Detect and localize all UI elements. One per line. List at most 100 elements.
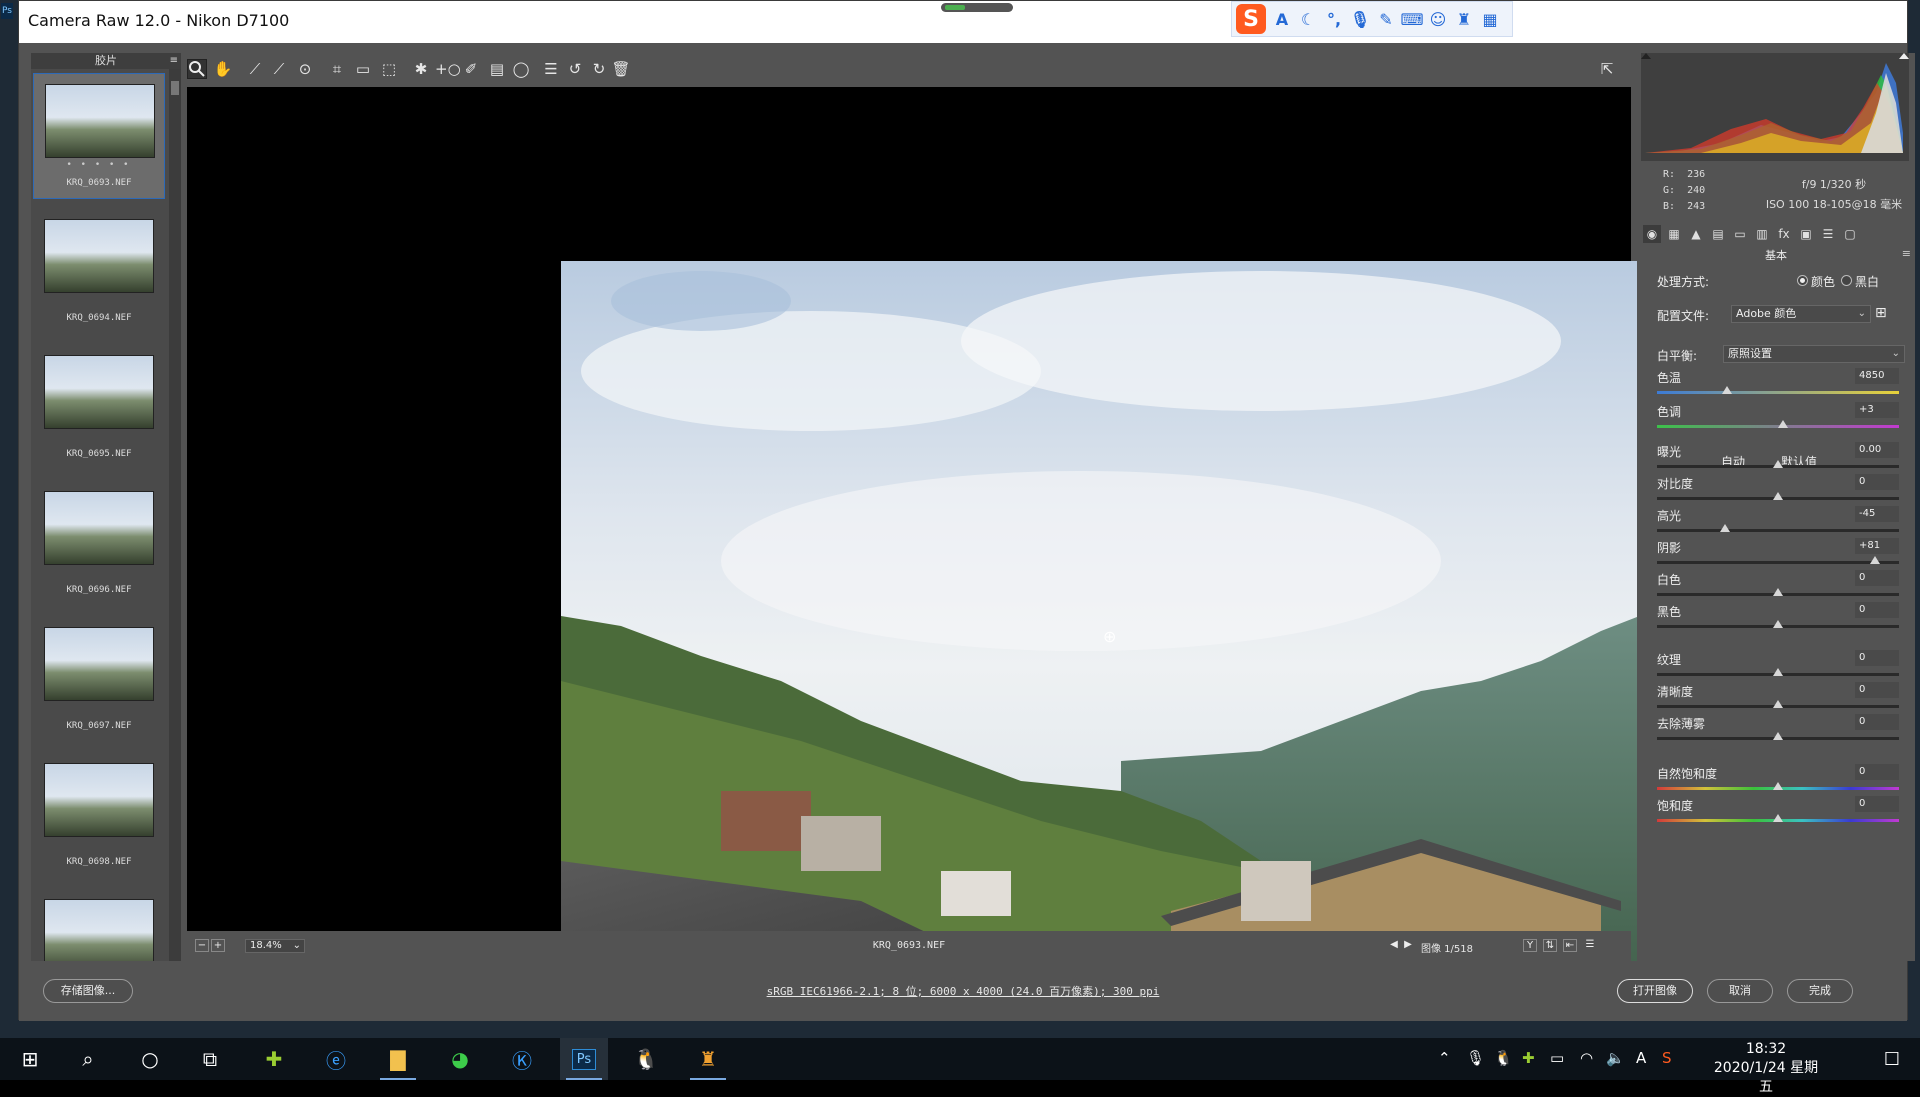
sogou-logo-icon[interactable]: S [1236,4,1266,34]
wifi-icon[interactable]: ◠ [1580,1049,1593,1067]
detail-tab-icon[interactable]: ▲ [1687,225,1705,243]
tray-360-icon[interactable]: ✚ [1522,1049,1535,1067]
sogou-tray-icon[interactable]: S [1662,1049,1672,1067]
app-icon[interactable]: ♜ [684,1038,732,1080]
filmstrip-thumbnail[interactable]: KRQ_0696.NEF [33,481,165,607]
straighten-tool-icon[interactable]: ▭ [353,59,373,79]
task-view-icon[interactable]: ⧉ [186,1038,234,1080]
user-icon[interactable]: ☺ [1428,9,1448,29]
shadows-value-field[interactable]: +81 [1855,538,1899,554]
kugou-icon[interactable]: Ⓚ [498,1038,546,1080]
radial-filter-icon[interactable]: ◯ [511,59,531,79]
pen-icon[interactable]: ✎ [1376,9,1396,29]
clock[interactable]: 18:32 2020/1/24 星期五 [1712,1040,1820,1097]
color-sampler-tool-icon[interactable]: ⟋ [269,59,289,79]
profile-select[interactable]: Adobe 颜色 ⌄ [1731,305,1871,323]
shirt-icon[interactable]: ♜ [1454,9,1474,29]
filmstrip-thumbnail[interactable]: • • • • • KRQ_0693.NEF [33,73,165,199]
targeted-adjustment-tool-icon[interactable]: ⊙ [295,59,315,79]
blacks-value-field[interactable]: 0 [1855,602,1899,618]
red-eye-tool-icon[interactable]: +○ [435,59,461,79]
battery-icon[interactable]: ▭ [1550,1049,1564,1067]
highlights-slider-thumb[interactable] [1719,524,1730,532]
tray-expand-icon[interactable]: ⌃ [1438,1049,1451,1067]
ime-toolbar[interactable]: S A ☾ °, 🎙 ✎ ⌨ ☺ ♜ ▦ [1231,1,1513,37]
cancel-button[interactable]: 取消 [1707,979,1773,1003]
shadows-slider-track[interactable] [1657,561,1899,564]
swap-settings-button[interactable]: ⇅ [1543,939,1557,952]
trash-icon[interactable]: 🗑 [611,59,631,79]
filmstrip-scrollbar[interactable] [169,69,181,961]
transform-tool-icon[interactable]: ⬚ [379,59,399,79]
shadows-slider-thumb[interactable] [1869,556,1880,564]
windows-start-icon[interactable]: ⊞ [6,1038,54,1080]
qq-icon[interactable]: 🐧 [622,1038,670,1080]
adjustment-brush-icon[interactable]: ✐ [461,59,481,79]
white-balance-tool-icon[interactable]: ⟋ [245,59,265,79]
exposure-slider-thumb[interactable] [1773,460,1783,468]
image-canvas[interactable]: ⊕ [187,87,1665,997]
moon-icon[interactable]: ☾ [1298,9,1318,29]
presets-tab-icon[interactable]: ☰ [1819,225,1837,243]
dehaze-slider-thumb[interactable] [1773,732,1783,740]
lens-tab-icon[interactable]: ▥ [1753,225,1771,243]
rotate-cw-icon[interactable]: ↻ [589,59,609,79]
contrast-slider-thumb[interactable] [1773,492,1783,500]
blacks-slider-thumb[interactable] [1773,620,1783,628]
effects-tab-icon[interactable]: fx [1775,225,1793,243]
whites-value-field[interactable]: 0 [1855,570,1899,586]
drag-handle[interactable] [941,3,1013,12]
clarity-slider-thumb[interactable] [1773,700,1783,708]
calibration-tab-icon[interactable]: ▣ [1797,225,1815,243]
open-image-button[interactable]: 打开图像 [1617,979,1693,1003]
temp-slider-track[interactable] [1657,391,1899,394]
exposure-value-field[interactable]: 0.00 [1855,442,1899,458]
section-menu-icon[interactable]: ≡ [1902,247,1911,260]
texture-slider-thumb[interactable] [1773,668,1783,676]
title-bar[interactable]: Camera Raw 12.0 - Nikon D7100 S A ☾ °, 🎙… [19,1,1907,43]
graduated-filter-icon[interactable]: ▤ [487,59,507,79]
treatment-bw-radio[interactable] [1841,275,1852,286]
highlights-slider-track[interactable] [1657,529,1899,532]
browser-icon[interactable]: ⓔ [312,1038,360,1080]
spot-removal-tool-icon[interactable]: ✱ [411,59,431,79]
temp-slider-thumb[interactable] [1722,386,1733,394]
hand-tool-icon[interactable]: ✋ [213,59,233,79]
filmstrip-thumbnail[interactable]: KRQ_0697.NEF [33,617,165,743]
volume-icon[interactable]: 🔈 [1606,1049,1625,1067]
done-button[interactable]: 完成 [1787,979,1853,1003]
copy-settings-button[interactable]: ⇤ [1563,939,1577,952]
next-image-button[interactable]: ▶ [1401,939,1415,952]
tray-mic-icon[interactable]: 🎙 [1466,1049,1485,1067]
treatment-color-radio[interactable] [1797,275,1808,286]
whites-slider-thumb[interactable] [1773,588,1783,596]
ime-indicator[interactable]: A [1636,1049,1646,1067]
filmstrip-thumbnail[interactable]: KRQ_0694.NEF [33,209,165,335]
vibrance-value-field[interactable]: 0 [1855,764,1899,780]
texture-value-field[interactable]: 0 [1855,650,1899,666]
360-security-icon[interactable]: ✚ [250,1038,298,1080]
profile-browser-icon[interactable]: ⊞ [1875,305,1887,321]
prev-image-button[interactable]: ◀ [1387,939,1401,952]
fullscreen-icon[interactable]: ⇱ [1597,59,1617,79]
tint-value-field[interactable]: +3 [1855,402,1899,418]
basic-tab-icon[interactable]: ◉ [1643,225,1661,243]
temp-value-field[interactable]: 4850 [1855,368,1899,384]
view-settings-icon[interactable]: ☰ [1583,939,1597,952]
file-explorer-icon[interactable]: ▇ [374,1038,422,1080]
microphone-icon[interactable]: 🎙 [1350,9,1370,29]
star-rating[interactable]: • • • • • [34,160,164,170]
presets-toggle-icon[interactable]: ☰ [541,59,561,79]
ime-mode-icon[interactable]: A [1272,9,1292,29]
tint-slider-thumb[interactable] [1777,420,1788,428]
split-toning-tab-icon[interactable]: ▭ [1731,225,1749,243]
white-balance-select[interactable]: 原照设置 ⌄ [1723,345,1905,363]
rotate-ccw-icon[interactable]: ↺ [565,59,585,79]
search-icon[interactable]: ⌕ [64,1038,112,1080]
contrast-value-field[interactable]: 0 [1855,474,1899,490]
cortana-icon[interactable]: ○ [126,1038,174,1080]
filmstrip-thumbnail[interactable]: KRQ_0698.NEF [33,753,165,879]
grid-icon[interactable]: ▦ [1480,9,1500,29]
punctuation-icon[interactable]: °, [1324,9,1344,29]
wechat-icon[interactable]: ◕ [436,1038,484,1080]
